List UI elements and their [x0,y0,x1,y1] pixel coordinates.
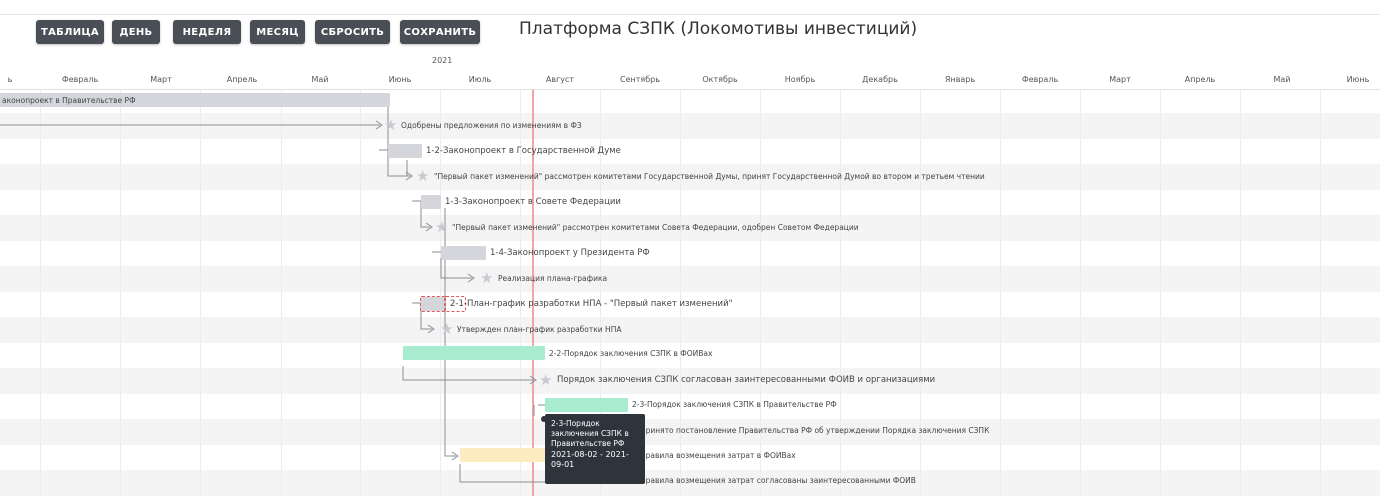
gantt-app: ТАБЛИЦА ДЕНЬ НЕДЕЛЯ МЕСЯЦ СБРОСИТЬ СОХРА… [0,0,1380,496]
month-view-button[interactable]: МЕСЯЦ [250,20,305,44]
month-label: Октябрь [702,75,738,84]
task-label: Правила возмещения затрат в ФОИВах [640,451,796,460]
month-gridline [1160,90,1161,496]
milestone-label: Принято постановление Правительства РФ о… [640,426,990,435]
month-gridline [840,90,841,496]
reset-button[interactable]: СБРОСИТЬ [315,20,390,44]
month-gridline [920,90,921,496]
month-gridline [200,90,201,496]
month-label: Апрель [226,75,258,84]
gantt-row [0,266,1380,292]
month-label: Март [1109,75,1131,84]
month-label: Август [545,75,575,84]
task-tooltip: 2-3-Порядок заключения СЗПК в Правительс… [545,414,645,484]
task-label: 2-2-Порядок заключения СЗПК в ФОИВах [549,349,713,358]
month-gridline [1320,90,1321,496]
task-bar[interactable] [403,346,545,360]
milestone-label: Утвержден план-график разработки НПА [457,325,622,334]
month-gridline [120,90,121,496]
month-label: Февраль [61,75,99,84]
month-label: Июль [468,75,492,84]
milestone-label: "Первый пакет изменений" рассмотрен коми… [434,172,985,181]
month-gridline [1240,90,1241,496]
milestone-star-icon[interactable]: ★ [539,373,553,388]
task-label: 2-1-План-график разработки НПА - "Первый… [450,299,733,309]
milestone-label: "Первый пакет изменений" рассмотрен коми… [452,223,859,232]
month-label: Июнь [388,75,412,84]
month-label: Май [311,75,329,84]
milestone-star-icon[interactable]: ★ [435,220,449,235]
month-label: ь [7,75,13,84]
month-label: Апрель [1184,75,1216,84]
page-title: Платформа СЗПК (Локомотивы инвестиций) [519,19,918,39]
task-bar[interactable] [420,296,446,312]
milestone-star-icon[interactable]: ★ [416,169,430,184]
month-label: Декабрь [862,75,898,84]
month-gridline [1000,90,1001,496]
month-label: Май [1273,75,1291,84]
milestone-label: Одобрены предложения по изменениям в ФЗ [401,121,582,130]
gantt-row [0,113,1380,139]
timeline-year: 2021 [432,56,453,65]
milestone-star-icon[interactable]: ★ [480,271,494,286]
week-view-button[interactable]: НЕДЕЛЯ [173,20,241,44]
gantt-row [0,190,1380,216]
tooltip-dates: 2021-08-02 - 2021-09-01 [551,450,629,469]
task-label: 1-2-Законопроект в Государственной Думе [426,146,621,156]
milestone-label: Порядок заключения СЗПК согласован заинт… [557,375,936,385]
table-view-button[interactable]: ТАБЛИЦА [36,20,104,44]
gantt-row [0,241,1380,267]
month-gridline [1080,90,1081,496]
timeline-header: 2021 ь Февраль Март Апрель Май Июнь Июль… [0,52,1380,90]
gantt-grid [0,90,1380,496]
month-label: Январь [944,75,976,84]
task-label: 1-3-Законопроект в Совете Федерации [445,197,621,207]
task-bar[interactable] [545,398,628,412]
gantt-row [0,317,1380,343]
save-button[interactable]: СОХРАНИТЬ [400,20,480,44]
month-label: Июнь [1346,75,1370,84]
month-gridline [680,90,681,496]
tooltip-title: 2-3-Порядок заключения СЗПК в Правительс… [551,419,629,448]
month-gridline [360,90,361,496]
task-bar[interactable] [421,195,441,209]
milestone-star-icon[interactable]: ★ [440,322,454,337]
task-label: 1-4-Законопроект у Президента РФ [490,248,650,258]
task-label: 2-3-Порядок заключения СЗПК в Правительс… [632,400,837,409]
task-label: аконопроект в Правительстве РФ [2,96,136,105]
month-gridline [760,90,761,496]
month-label: Февраль [1021,75,1059,84]
milestone-star-icon[interactable]: ★ [384,118,398,133]
month-label: Март [150,75,172,84]
month-label: Ноябрь [784,75,816,84]
month-gridline [281,90,282,496]
milestone-label: Реализация плана-графика [498,274,608,283]
day-view-button[interactable]: ДЕНЬ [112,20,160,44]
toolbar: ТАБЛИЦА ДЕНЬ НЕДЕЛЯ МЕСЯЦ СБРОСИТЬ СОХРА… [0,0,1380,52]
milestone-label: Правила возмещения затрат согласованы за… [640,476,916,485]
task-bar[interactable] [388,144,422,158]
gantt-row [0,139,1380,165]
task-bar[interactable] [441,246,486,260]
month-label: Сентябрь [620,75,660,84]
month-gridline [40,90,41,496]
